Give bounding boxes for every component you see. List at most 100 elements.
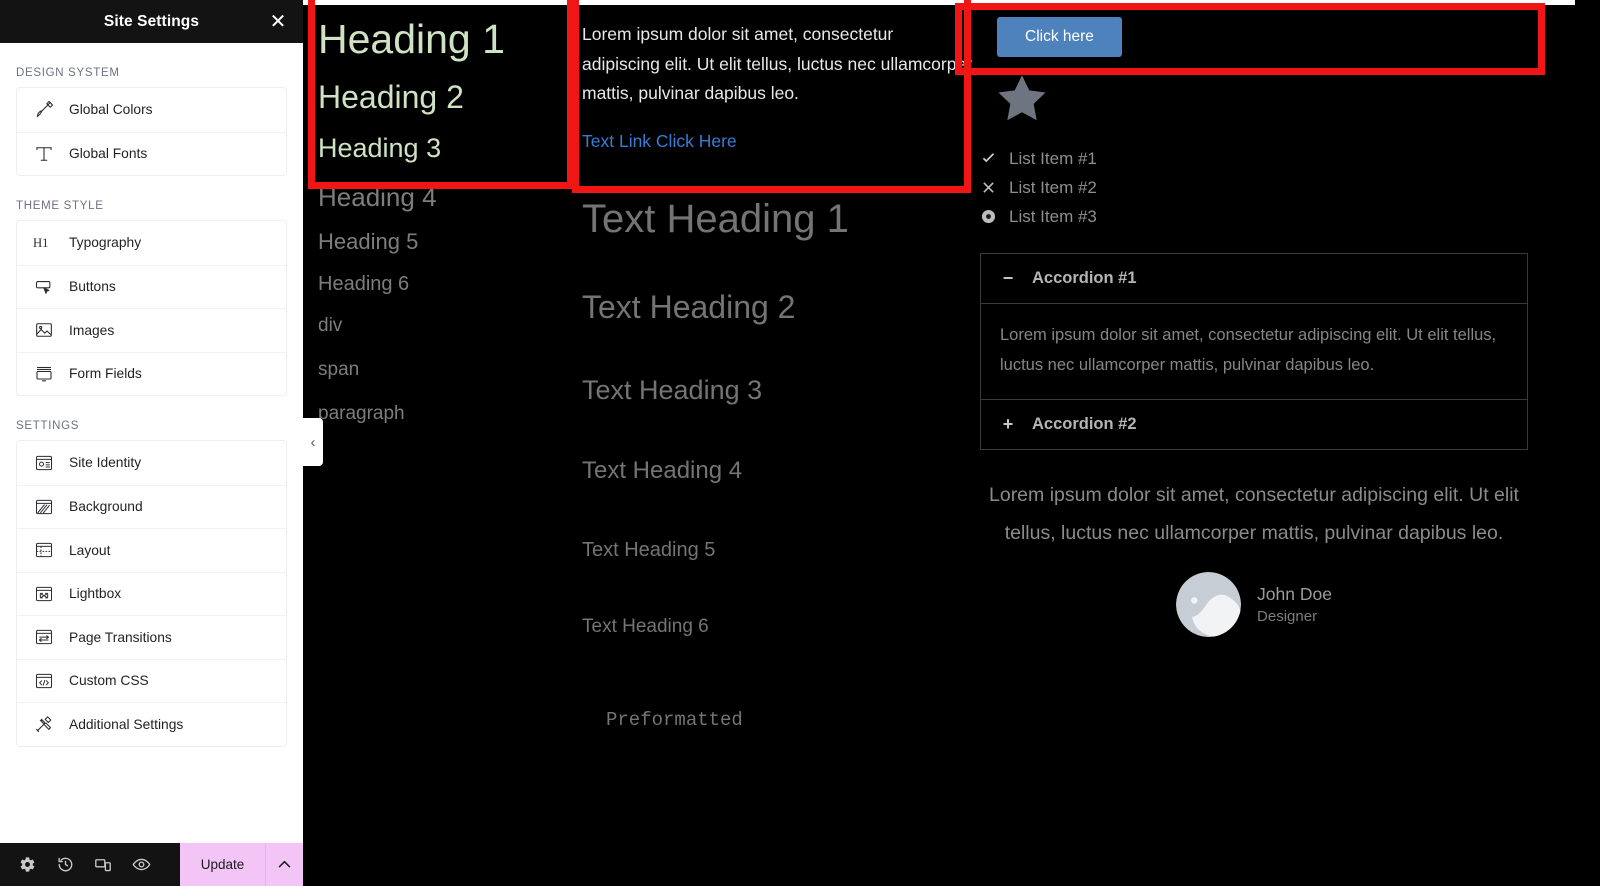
editor-bottom-bar: Update [0,843,303,886]
icon-list: List Item #1 List Item #2 List Item #3 [980,144,1575,231]
sidebar-item-global-fonts[interactable]: Global Fonts [17,131,286,176]
panel-collapse-handle[interactable]: ‹ [303,418,323,466]
image-icon [33,319,55,341]
eye-preview-icon[interactable] [122,843,160,886]
panel-header: Site Settings ✕ [0,0,303,43]
site-settings-panel: Site Settings ✕ DESIGN SYSTEM Global Col… [0,0,303,886]
headings-tag-column: Heading 1 Heading 2 Heading 3 Heading 4 … [308,0,578,424]
sidebar-item-label: Additional Settings [69,716,184,732]
history-icon[interactable] [46,843,84,886]
text-heading-1: Text Heading 1 [582,196,849,241]
minus-icon: − [1002,268,1014,288]
x-icon [980,181,996,194]
testimonial-person: John Doe Designer [980,572,1528,637]
sidebar-item-background[interactable]: Background [17,484,286,529]
sidebar-item-site-identity[interactable]: Site Identity [17,441,286,485]
accordion-item-1-body: Lorem ipsum dolor sit amet, consectetur … [981,303,1527,400]
paragraph-sample: paragraph [318,403,405,425]
section-label-theme-style: THEME STYLE [16,200,104,212]
close-icon[interactable]: ✕ [267,11,289,33]
layout-icon [33,539,55,561]
background-icon [33,496,55,518]
bottom-bar-icons [0,843,180,886]
sidebar-item-form-fields[interactable]: Form Fields [17,351,286,396]
lorem-paragraph: Lorem ipsum dolor sit amet, consectetur … [582,24,973,103]
list-item[interactable]: List Item #3 [980,202,1575,231]
sidebar-item-global-colors[interactable]: Global Colors [17,88,286,132]
section-group-settings: Site Identity Background Layout Lightbox… [16,440,287,747]
click-here-button[interactable]: Click here [997,17,1122,57]
tools-icon [33,713,55,735]
text-heading-6: Text Heading 6 [582,615,709,637]
list-item-label: List Item #2 [1009,178,1097,197]
sidebar-item-images[interactable]: Images [17,308,286,352]
sidebar-item-label: Images [69,322,115,338]
testimonial-role: Designer [1257,607,1318,625]
text-heading-3: Text Heading 3 [582,375,763,406]
accordion-item-1-header[interactable]: − Accordion #1 [981,254,1527,303]
text-heading-2: Text Heading 2 [582,288,796,325]
panel-title: Site Settings [103,12,200,30]
form-field-icon [33,363,55,385]
text-link[interactable]: Text Link Click Here [580,109,980,152]
responsive-icon[interactable] [84,843,122,886]
section-group-design-system: Global Colors Global Fonts [16,87,287,176]
sidebar-item-label: Page Transitions [69,629,172,645]
sidebar-item-lightbox[interactable]: Lightbox [17,571,286,616]
font-t-icon [33,143,55,165]
list-item[interactable]: List Item #1 [980,144,1575,173]
sidebar-item-label: Global Fonts [69,146,148,162]
list-item-label: List Item #1 [1009,149,1097,168]
sidebar-item-additional-settings[interactable]: Additional Settings [17,702,286,746]
sidebar-item-page-transitions[interactable]: Page Transitions [17,615,286,659]
sidebar-item-label: Buttons [69,279,116,295]
testimonial-name: John Doe [1257,583,1332,604]
button-cursor-icon [33,276,55,298]
accordion-item-2-header[interactable]: + Accordion #2 [981,400,1527,449]
lightbox-icon [33,583,55,605]
dot-circle-icon [980,209,996,224]
text-samples-column: Lorem ipsum dolor sit amet, consectetur … [580,0,980,731]
heading-2-sample: Heading 2 [318,79,464,116]
sidebar-item-label: Lightbox [69,586,122,602]
heading-4-sample: Heading 4 [318,181,437,212]
heading-3-sample: Heading 3 [318,132,442,163]
section-label-design-system: DESIGN SYSTEM [16,67,120,79]
sidebar-item-label: Form Fields [69,366,142,382]
text-heading-5: Text Heading 5 [582,538,716,561]
sidebar-item-label: Layout [69,542,111,558]
gear-icon[interactable] [8,843,46,886]
update-button[interactable]: Update [180,843,265,886]
heading-1-sample: Heading 1 [318,16,505,62]
preview-canvas[interactable]: Heading 1 Heading 2 Heading 3 Heading 4 … [303,0,1600,886]
chevron-up-icon[interactable] [265,843,303,886]
sidebar-item-label: Typography [69,235,142,251]
avatar-placeholder-icon [1176,572,1242,637]
list-item[interactable]: List Item #2 [980,173,1575,202]
sidebar-item-layout[interactable]: Layout [17,528,286,572]
accordion-item-1-title: Accordion #1 [1032,269,1137,287]
testimonial-quote: Lorem ipsum dolor sit amet, consectetur … [989,484,1519,544]
testimonial-widget: Lorem ipsum dolor sit amet, consectetur … [980,476,1528,637]
span-sample: span [318,359,360,381]
sidebar-item-label: Background [69,499,143,515]
site-identity-icon [33,452,55,474]
heading-6-sample: Heading 6 [318,273,410,296]
sidebar-item-label: Global Colors [69,102,153,118]
sidebar-item-label: Custom CSS [69,673,149,689]
sidebar-item-label: Site Identity [69,455,142,471]
sidebar-item-buttons[interactable]: Buttons [17,264,286,309]
testimonial-meta: John Doe Designer [1257,582,1332,628]
preformatted-text: Preformatted [606,708,743,731]
sidebar-item-custom-css[interactable]: Custom CSS [17,658,286,703]
plus-icon: + [1002,414,1014,434]
panel-body[interactable]: DESIGN SYSTEM Global Colors Global Fonts [0,43,303,886]
heading-5-sample: Heading 5 [318,229,419,255]
list-item-label: List Item #3 [1009,207,1097,226]
canvas-top-strip [303,0,1575,5]
code-icon [33,670,55,692]
accordion-item-2-title: Accordion #2 [1032,415,1137,433]
div-sample: div [318,315,343,337]
sidebar-item-typography[interactable]: H1 Typography [17,221,286,265]
h1-icon: H1 [33,232,55,254]
